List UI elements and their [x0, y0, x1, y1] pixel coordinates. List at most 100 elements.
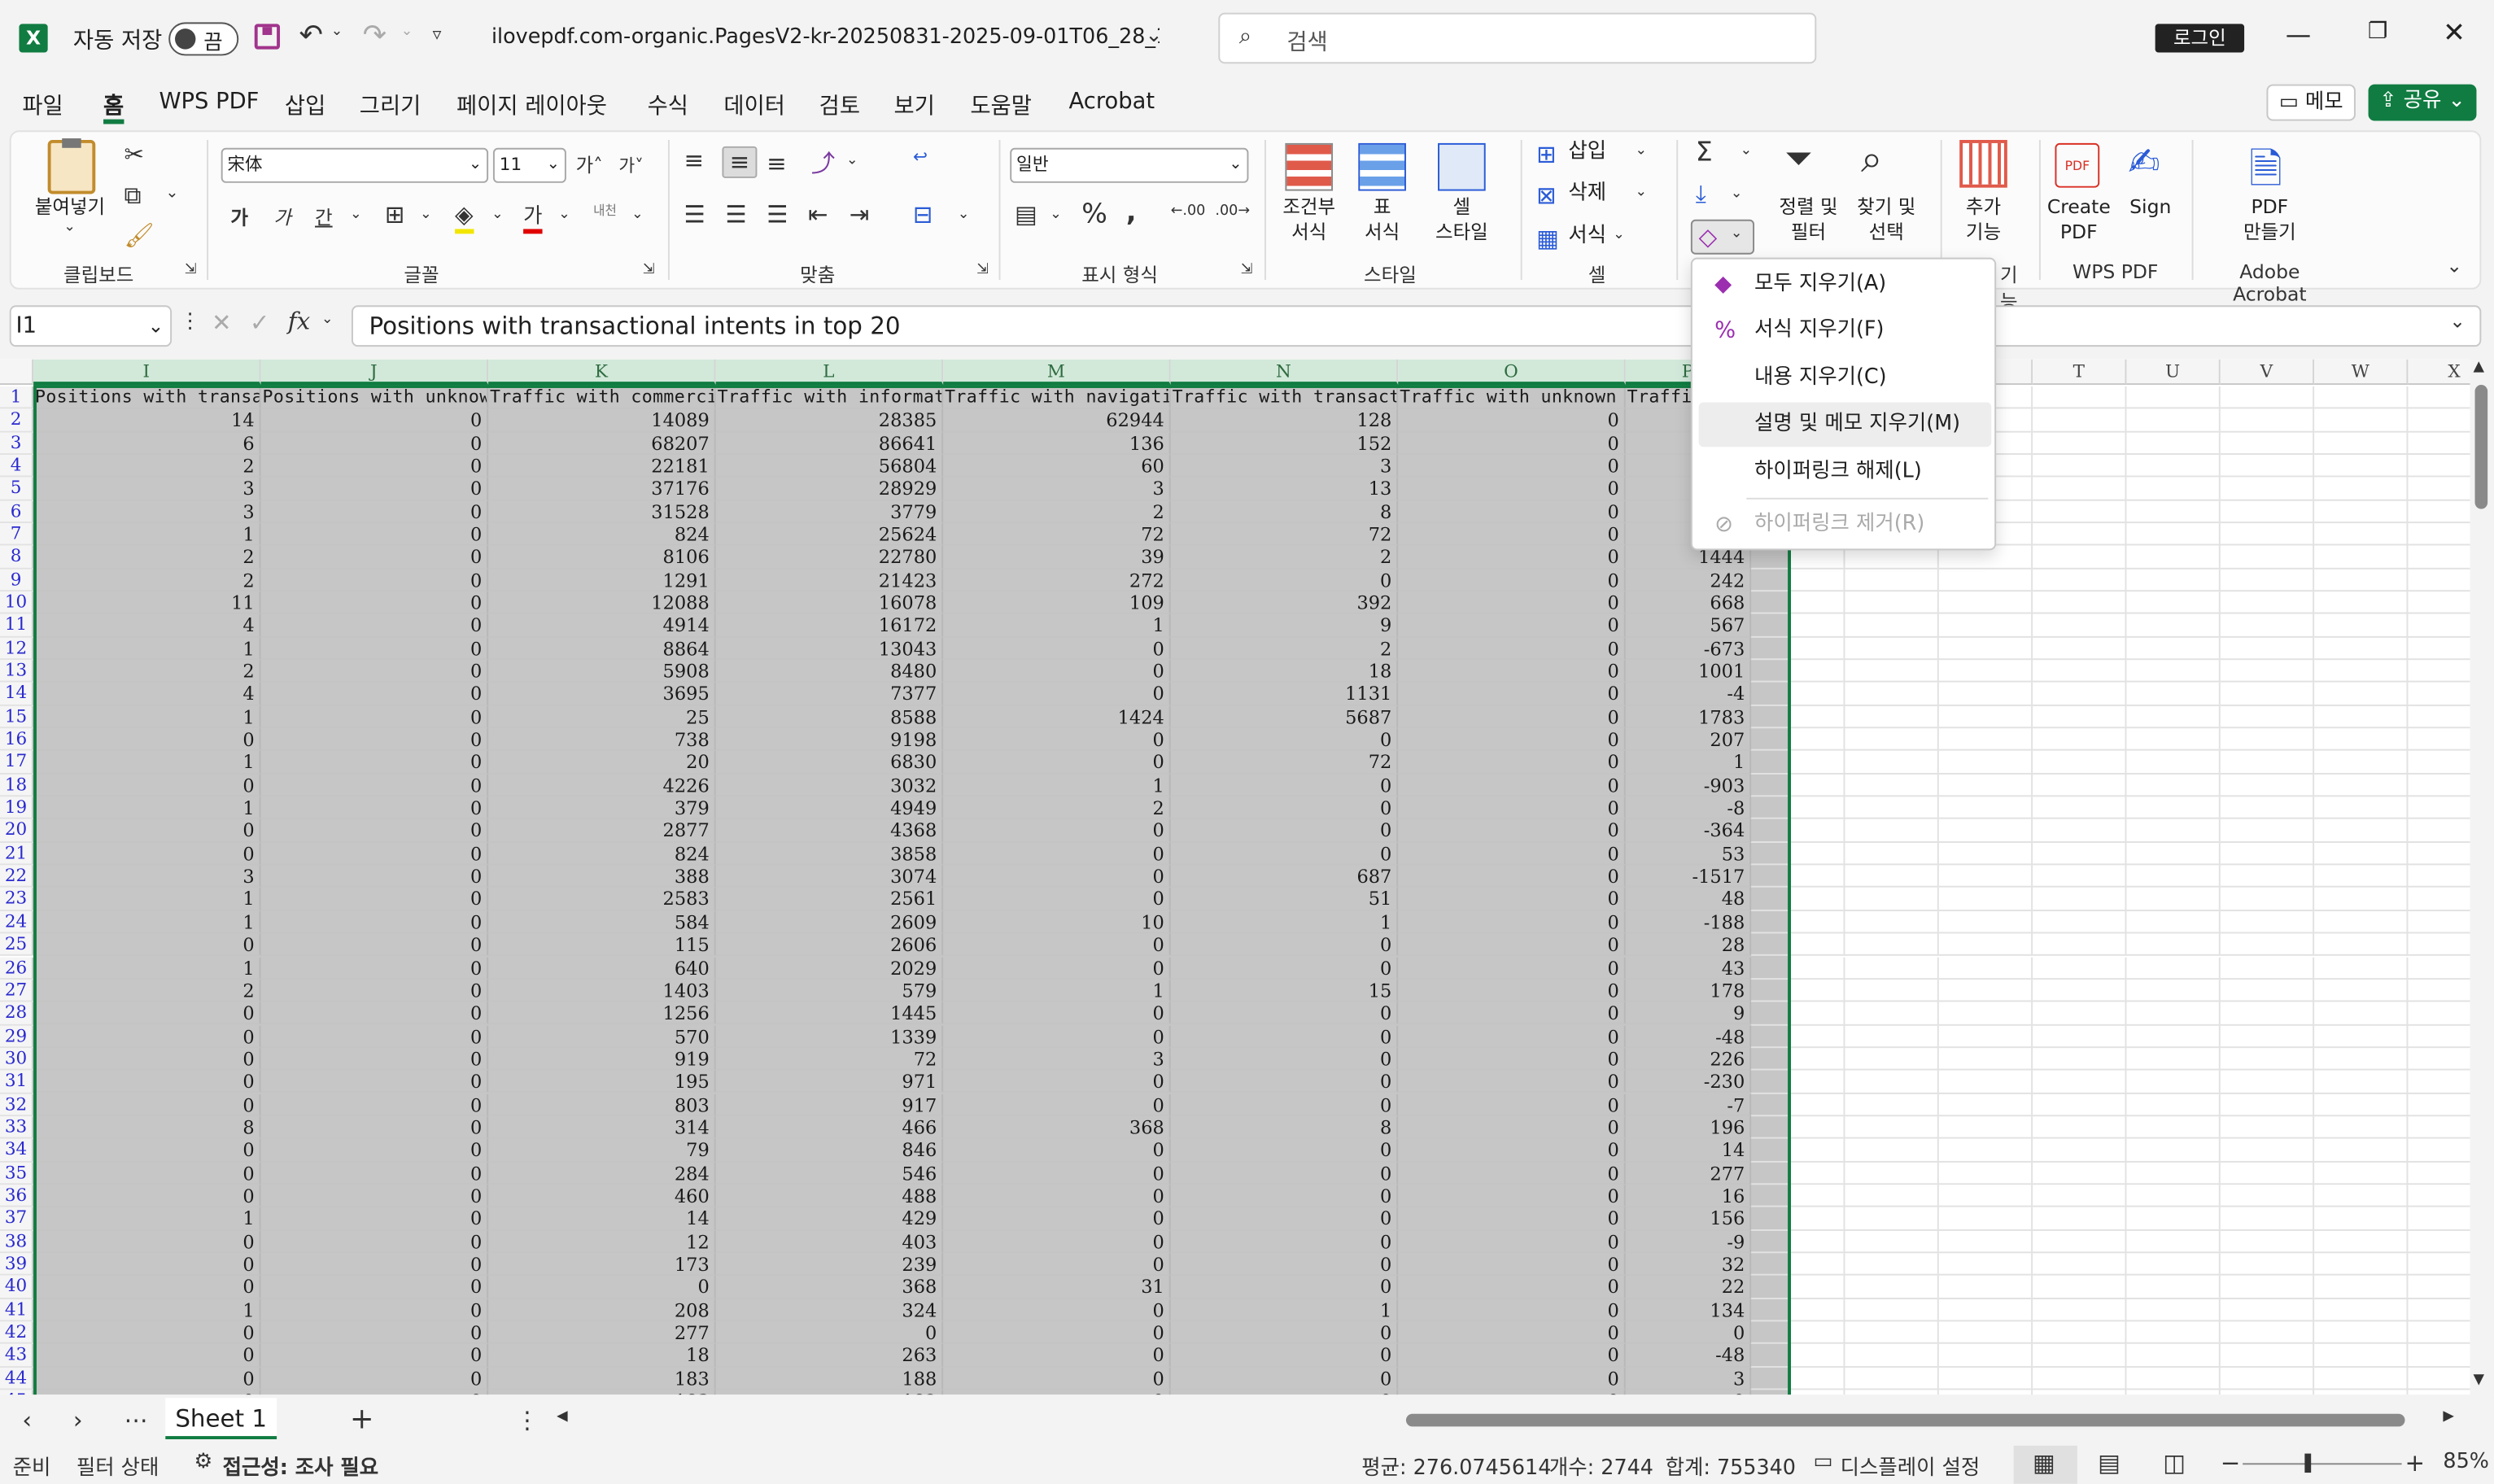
tab-view[interactable]: 보기 [894, 89, 935, 124]
empty-cell[interactable] [2033, 386, 2127, 409]
empty-cell[interactable] [2408, 614, 2470, 638]
empty-cell[interactable] [2408, 478, 2470, 501]
empty-cell[interactable] [2126, 1298, 2221, 1322]
empty-cell[interactable] [1845, 1230, 1939, 1254]
empty-cell[interactable] [2314, 956, 2409, 980]
empty-cell[interactable] [2220, 865, 2315, 888]
function-dropdown-icon[interactable]: ⌄ [321, 312, 334, 328]
empty-cell[interactable] [1938, 819, 2033, 843]
empty-cell[interactable] [2033, 728, 2127, 752]
comma-icon[interactable]: , [1126, 197, 1137, 229]
empty-cell[interactable] [2220, 523, 2315, 547]
empty-cell[interactable] [2314, 432, 2409, 456]
fill-dropdown-icon[interactable]: ⌄ [491, 207, 504, 223]
empty-cell[interactable] [1938, 1321, 2033, 1345]
empty-cell[interactable] [2126, 751, 2221, 775]
autosum-icon[interactable]: Σ [1696, 137, 1713, 168]
empty-cell[interactable] [2314, 979, 2409, 1002]
zoom-slider[interactable] [2243, 1463, 2402, 1465]
empty-cell[interactable] [2033, 797, 2127, 820]
row-header[interactable]: 44 [0, 1367, 34, 1390]
next-sheet-icon[interactable]: › [73, 1406, 83, 1434]
empty-cell[interactable] [2220, 1047, 2315, 1071]
insert-cells-label[interactable]: 삽입 [1568, 140, 1606, 165]
empty-cell[interactable] [2220, 1298, 2315, 1322]
empty-cell[interactable] [2314, 478, 2409, 501]
sheet-tab[interactable]: Sheet 1 [165, 1398, 277, 1440]
row-header[interactable]: 3 [0, 432, 34, 456]
undo-icon[interactable]: ↶ [299, 19, 323, 52]
empty-cell[interactable] [2126, 1047, 2221, 1071]
empty-cell[interactable] [2220, 910, 2315, 934]
empty-cell[interactable] [2033, 546, 2127, 570]
empty-cell[interactable] [2126, 933, 2221, 957]
empty-cell[interactable] [2033, 614, 2127, 638]
page-break-icon[interactable]: ◫ [2163, 1449, 2186, 1477]
empty-cell[interactable] [2126, 1367, 2221, 1390]
empty-cell[interactable] [2220, 1253, 2315, 1277]
empty-cell[interactable] [2408, 774, 2470, 797]
empty-cell[interactable] [2408, 957, 2470, 980]
empty-cell[interactable] [1845, 774, 1939, 797]
empty-cell[interactable] [2408, 637, 2470, 661]
row-header[interactable]: 2 [0, 408, 34, 433]
empty-cell[interactable] [2408, 1276, 2470, 1299]
phonetic-dropdown-icon[interactable]: ⌄ [631, 207, 644, 223]
empty-cell[interactable] [2033, 1115, 2127, 1139]
empty-cell[interactable] [2314, 705, 2409, 729]
row-header[interactable]: 29 [0, 1024, 34, 1048]
column-header-V[interactable]: V [2220, 359, 2315, 386]
merge-center-icon[interactable]: ⊟ [913, 200, 933, 229]
empty-cell[interactable] [1845, 933, 1939, 957]
row-header[interactable]: 31 [0, 1070, 34, 1093]
alignment-launcher-icon[interactable]: ⇲ [976, 263, 989, 279]
menu-clear-formats[interactable]: % 서식 지우기(F) [1699, 308, 1992, 353]
tab-wps-pdf[interactable]: WPS PDF [159, 89, 259, 124]
empty-cell[interactable] [2220, 1070, 2315, 1093]
empty-cell[interactable] [1938, 865, 2033, 888]
empty-cell[interactable] [2033, 455, 2127, 478]
empty-cell[interactable] [2408, 1139, 2470, 1162]
empty-cell[interactable] [2220, 1344, 2315, 1368]
empty-cell[interactable] [1938, 910, 2033, 934]
tab-file[interactable]: 파일 [22, 89, 63, 124]
empty-cell[interactable] [2314, 1321, 2409, 1345]
addins-icon[interactable] [1959, 140, 2007, 188]
scroll-up-icon[interactable]: ▲ [2474, 360, 2485, 376]
empty-cell[interactable] [1845, 819, 1939, 843]
row-header[interactable]: 19 [0, 797, 34, 820]
empty-cell[interactable] [2220, 1024, 2315, 1048]
paste-icon[interactable] [47, 138, 96, 194]
increase-decimal-icon[interactable]: ←.00 [1171, 203, 1206, 220]
empty-cell[interactable] [1845, 842, 1939, 866]
font-color-icon[interactable]: 가 [523, 199, 543, 234]
empty-cell[interactable] [2033, 1344, 2127, 1368]
empty-cell[interactable] [2314, 1047, 2409, 1071]
row-header[interactable]: 27 [0, 979, 34, 1002]
empty-cell[interactable] [2314, 386, 2409, 409]
empty-cell[interactable] [2033, 1207, 2127, 1231]
empty-cell[interactable] [2314, 933, 2409, 957]
empty-cell[interactable] [2314, 1298, 2409, 1322]
zoom-in-icon[interactable]: + [2405, 1449, 2426, 1477]
empty-cell[interactable] [2314, 1185, 2409, 1208]
empty-cell[interactable] [1938, 1344, 2033, 1368]
empty-cell[interactable] [1845, 591, 1939, 615]
zoom-level[interactable]: 85% [2443, 1451, 2489, 1474]
empty-cell[interactable] [1845, 1276, 1939, 1299]
column-header-L[interactable]: L [715, 359, 944, 386]
empty-cell[interactable] [1938, 637, 2033, 661]
column-header-N[interactable]: N [1170, 359, 1399, 386]
add-sheet-icon[interactable]: + [350, 1403, 374, 1436]
empty-cell[interactable] [1938, 705, 2033, 729]
empty-cell[interactable] [1845, 614, 1939, 638]
empty-cell[interactable] [2408, 797, 2470, 820]
row-header[interactable]: 40 [0, 1276, 34, 1299]
italic-icon[interactable]: 가 [273, 203, 291, 230]
empty-cell[interactable] [2220, 956, 2315, 980]
empty-cell[interactable] [2408, 1230, 2470, 1254]
empty-cell[interactable] [2126, 1162, 2221, 1185]
addins-label[interactable]: 추가 기능 [1950, 194, 2016, 245]
empty-cell[interactable] [2126, 1321, 2221, 1345]
empty-cell[interactable] [2126, 979, 2221, 1002]
